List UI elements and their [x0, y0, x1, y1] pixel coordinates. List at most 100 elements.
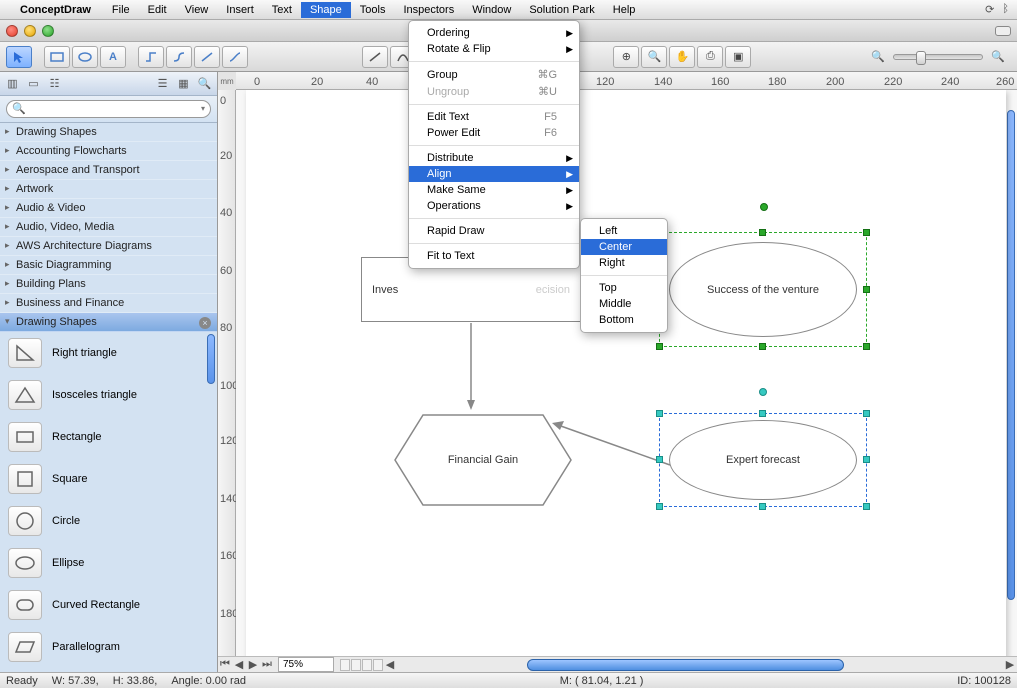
category-accounting-flowcharts[interactable]: Accounting Flowcharts	[0, 142, 217, 161]
zoom-tool[interactable]: 🔍	[641, 46, 667, 68]
shape-square[interactable]: Square	[0, 458, 217, 500]
zoom-value[interactable]: 75%	[278, 657, 334, 672]
dd-power-edit[interactable]: Power EditF6	[409, 125, 579, 141]
category-business-finance[interactable]: Business and Finance	[0, 294, 217, 313]
shape-isosceles-trapezium[interactable]: Isosceles Trapezium	[0, 668, 217, 672]
library-more-icon[interactable]: ☷	[46, 75, 63, 92]
menu-text[interactable]: Text	[263, 2, 301, 18]
page-first[interactable]: ⏮	[218, 658, 232, 672]
shape-right-triangle[interactable]: Right triangle	[0, 332, 217, 374]
zoom-out-button[interactable]: 🔍	[865, 46, 891, 68]
connector-tool-1[interactable]	[138, 46, 164, 68]
rect-tool[interactable]	[44, 46, 70, 68]
category-drawing-shapes[interactable]: Drawing Shapes	[0, 123, 217, 142]
scroll-left[interactable]: ◀	[383, 658, 397, 672]
shape-label: Circle	[52, 515, 80, 527]
list-view-icon[interactable]: ☰	[154, 75, 171, 92]
close-category-icon[interactable]: ×	[199, 317, 211, 329]
connector-tool-2[interactable]	[166, 46, 192, 68]
menu-tools[interactable]: Tools	[351, 2, 395, 18]
dd-group[interactable]: Group⌘G	[409, 66, 579, 83]
dd-ungroup: Ungroup⌘U	[409, 83, 579, 100]
search-input[interactable]	[6, 100, 211, 118]
print-tool[interactable]: ⎙	[697, 46, 723, 68]
pages-panel[interactable]	[340, 659, 383, 671]
library-open-icon[interactable]: ▭	[25, 75, 42, 92]
align-top[interactable]: Top	[581, 280, 667, 296]
dd-rapid-draw[interactable]: Rapid Draw	[409, 223, 579, 239]
menu-file[interactable]: File	[103, 2, 139, 18]
category-audio-video-media[interactable]: Audio, Video, Media	[0, 218, 217, 237]
rotation-handle-1[interactable]	[760, 203, 768, 211]
connector-tool-3[interactable]	[194, 46, 220, 68]
search-toggle-icon[interactable]: 🔍	[196, 75, 213, 92]
menu-view[interactable]: View	[176, 2, 218, 18]
dd-operations[interactable]: Operations▶	[409, 198, 579, 214]
minimize-window-button[interactable]	[24, 25, 36, 37]
dd-distribute[interactable]: Distribute▶	[409, 150, 579, 166]
menu-solution-park[interactable]: Solution Park	[520, 2, 603, 18]
menu-inspectors[interactable]: Inspectors	[394, 2, 463, 18]
category-artwork[interactable]: Artwork	[0, 180, 217, 199]
canvas-vertical-scrollbar[interactable]	[1007, 110, 1015, 600]
page-next[interactable]: ▶	[246, 658, 260, 672]
bluetooth-icon[interactable]: ᛒ	[1002, 3, 1009, 16]
connection-point[interactable]	[759, 388, 767, 396]
close-window-button[interactable]	[6, 25, 18, 37]
pan-tool[interactable]: ✋	[669, 46, 695, 68]
toolbar-toggle[interactable]	[995, 26, 1011, 36]
grid-view-icon[interactable]: ▦	[175, 75, 192, 92]
category-aws-architecture[interactable]: AWS Architecture Diagrams	[0, 237, 217, 256]
traffic-lights	[6, 25, 54, 37]
shape-curved-rectangle[interactable]: Curved Rectangle	[0, 584, 217, 626]
page-last[interactable]: ⏭	[260, 658, 274, 672]
menu-window[interactable]: Window	[463, 2, 520, 18]
menu-help[interactable]: Help	[604, 2, 645, 18]
shape-rectangle[interactable]: Rectangle	[0, 416, 217, 458]
shape-isosceles-triangle[interactable]: Isosceles triangle	[0, 374, 217, 416]
library-book-icon[interactable]: ▥	[4, 75, 21, 92]
category-basic-diagramming[interactable]: Basic Diagramming	[0, 256, 217, 275]
dd-make-same[interactable]: Make Same▶	[409, 182, 579, 198]
zoom-in-button[interactable]: 🔍	[985, 46, 1011, 68]
menu-edit[interactable]: Edit	[139, 2, 176, 18]
align-left[interactable]: Left	[581, 223, 667, 239]
align-bottom[interactable]: Bottom	[581, 312, 667, 328]
zoom-slider[interactable]	[893, 54, 983, 60]
connector-tool-4[interactable]	[222, 46, 248, 68]
drawing-canvas[interactable]: Inves ecision Financial Gain Success of …	[236, 90, 1017, 656]
search-dropdown-icon[interactable]: ▾	[201, 104, 205, 113]
category-aerospace-transport[interactable]: Aerospace and Transport	[0, 161, 217, 180]
dd-edit-text[interactable]: Edit TextF5	[409, 109, 579, 125]
sidebar-scrollbar[interactable]	[207, 334, 215, 384]
shape-parallelogram[interactable]: Parallelogram	[0, 626, 217, 668]
ellipse-tool[interactable]	[72, 46, 98, 68]
shape-circle[interactable]: Circle	[0, 500, 217, 542]
scroll-right[interactable]: ▶	[1003, 658, 1017, 672]
menu-shape[interactable]: Shape	[301, 2, 351, 18]
shape-ellipse[interactable]: Ellipse	[0, 542, 217, 584]
category-drawing-shapes-selected[interactable]: Drawing Shapes ×	[0, 313, 217, 332]
align-right[interactable]: Right	[581, 255, 667, 271]
diagram-hexagon-financial[interactable]: Financial Gain	[393, 410, 573, 510]
menu-insert[interactable]: Insert	[217, 2, 263, 18]
pointer-tool[interactable]	[6, 46, 32, 68]
snapshot-tool[interactable]: ▣	[725, 46, 751, 68]
text-tool[interactable]: A	[100, 46, 126, 68]
category-building-plans[interactable]: Building Plans	[0, 275, 217, 294]
category-audio-video[interactable]: Audio & Video	[0, 199, 217, 218]
sync-icon[interactable]: ⟳	[985, 3, 994, 16]
zoom-window-button[interactable]	[42, 25, 54, 37]
horizontal-scrollbar[interactable]	[412, 658, 988, 672]
dd-ordering[interactable]: Ordering▶	[409, 25, 579, 41]
dd-align[interactable]: Align▶	[409, 166, 579, 182]
library-categories: Drawing Shapes Accounting Flowcharts Aer…	[0, 123, 217, 332]
dd-fit-to-text[interactable]: Fit to Text	[409, 248, 579, 264]
app-name[interactable]: ConceptDraw	[20, 4, 91, 16]
align-middle[interactable]: Middle	[581, 296, 667, 312]
zoom-area-tool[interactable]: ⊕	[613, 46, 639, 68]
page-prev[interactable]: ◀	[232, 658, 246, 672]
align-center[interactable]: Center	[581, 239, 667, 255]
dd-rotate-flip[interactable]: Rotate & Flip▶	[409, 41, 579, 57]
line-tool[interactable]	[362, 46, 388, 68]
